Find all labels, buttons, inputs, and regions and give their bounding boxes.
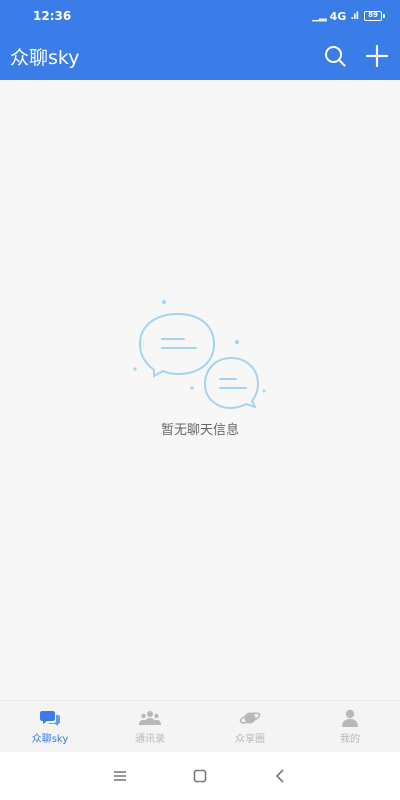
tab-label: 通讯录: [135, 733, 165, 745]
chat-bubbles-icon: [130, 292, 270, 412]
empty-state-message: 暂无聊天信息: [160, 423, 239, 438]
status-bar: 12:36 ▁▂ 4G .ıl 89: [0, 0, 400, 32]
home-icon[interactable]: [184, 760, 216, 792]
tab-me[interactable]: 我的: [300, 701, 400, 752]
battery-icon: 89: [364, 11, 385, 21]
status-indicators: ▁▂ 4G .ıl 89: [312, 9, 385, 23]
tab-label: 众享圈: [235, 733, 265, 745]
planet-icon: [239, 709, 261, 727]
back-icon[interactable]: [264, 760, 296, 792]
tab-moments[interactable]: 众享圈: [200, 701, 300, 752]
bottom-tab-bar: 众聊sky 通讯录 众享圈 我的: [0, 700, 400, 752]
tab-label: 众聊sky: [31, 733, 69, 745]
status-time: 12:36: [33, 9, 72, 23]
signal-icon: ▁▂: [312, 10, 326, 22]
contacts-icon: [139, 709, 161, 727]
app-bar: 众聊sky: [0, 32, 400, 80]
chat-icon: [39, 709, 61, 727]
tab-chats[interactable]: 众聊sky: [0, 701, 100, 752]
app-actions: [322, 43, 390, 69]
plus-icon[interactable]: [364, 43, 390, 69]
app-header: 12:36 ▁▂ 4G .ıl 89 众聊sky: [0, 0, 400, 80]
search-icon[interactable]: [322, 43, 348, 69]
person-icon: [339, 709, 361, 727]
system-nav-bar: [0, 752, 400, 800]
battery-level: 89: [368, 11, 378, 19]
chat-list-area: 暂无聊天信息: [0, 80, 400, 700]
tab-label: 我的: [340, 733, 360, 745]
app-title: 众聊sky: [10, 46, 80, 69]
tab-contacts[interactable]: 通讯录: [100, 701, 200, 752]
signal-strength-icon: .ıl: [350, 10, 359, 22]
network-type: 4G: [329, 9, 347, 23]
menu-icon[interactable]: [104, 760, 136, 792]
